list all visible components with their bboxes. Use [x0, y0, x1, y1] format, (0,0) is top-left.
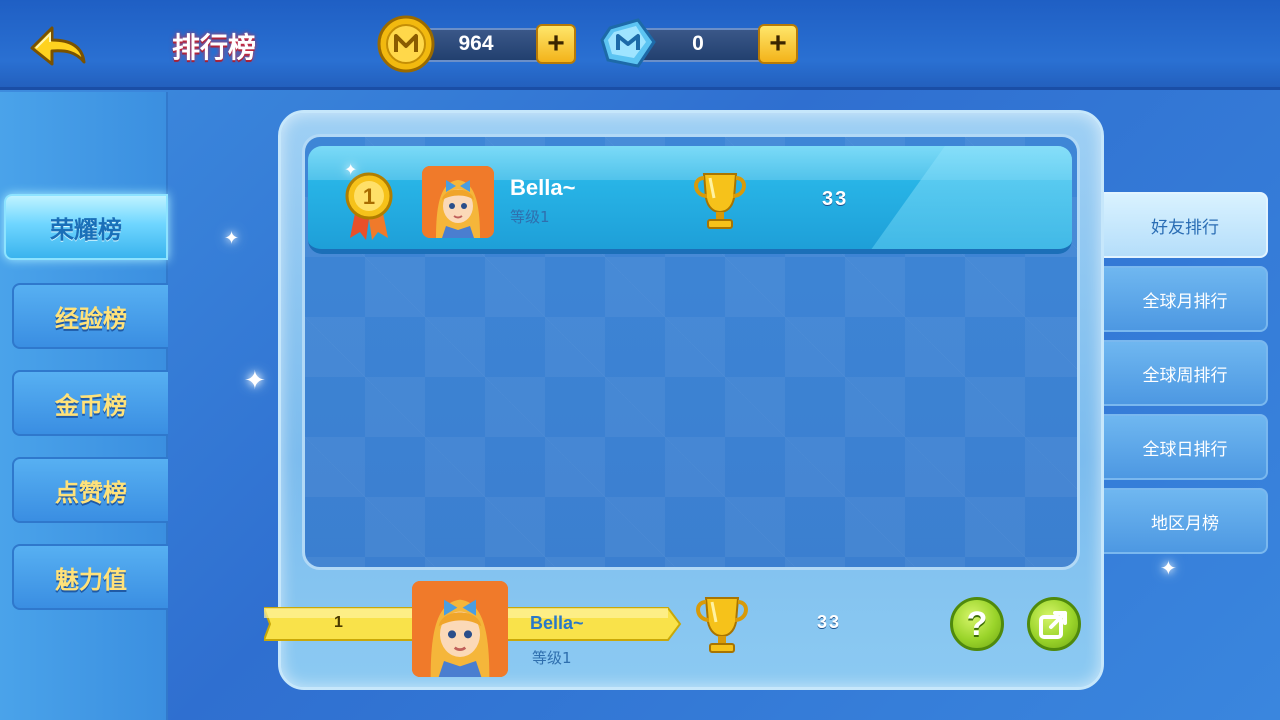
add-coins-button[interactable]: +	[536, 24, 576, 64]
self-avatar[interactable]	[412, 581, 508, 677]
trophy-icon	[696, 597, 748, 653]
player-score: 33	[822, 188, 849, 210]
self-level: 等级1	[532, 649, 572, 667]
player-name: Bella~	[510, 175, 576, 200]
tab-global-weekly[interactable]: 全球周排行	[1104, 340, 1268, 406]
sparkle-decoration: ✦	[344, 160, 358, 179]
leaderboard-screen: 排行榜 964 + 0 + 荣耀榜 经验榜 金币榜 点赞榜 魅力值 1 Bell…	[0, 0, 1280, 720]
sparkle-decoration: ✦	[1160, 556, 1177, 580]
coin-counter: 964 +	[376, 15, 576, 73]
tab-label: 地区月榜	[1151, 513, 1219, 534]
tab-global-daily[interactable]: 全球日排行	[1104, 414, 1268, 480]
tab-global-monthly[interactable]: 全球月排行	[1104, 266, 1268, 332]
svg-text:1: 1	[363, 184, 375, 209]
tab-friends-ranking[interactable]: 好友排行	[1104, 192, 1268, 258]
back-arrow-icon	[30, 26, 86, 66]
help-button[interactable]: ?	[950, 597, 1004, 651]
tab-honor-ranking[interactable]: 荣耀榜	[4, 194, 168, 260]
share-button[interactable]	[1027, 597, 1081, 651]
tab-like-ranking[interactable]: 点赞榜	[12, 457, 168, 523]
coin-icon	[377, 15, 435, 73]
gem-counter: 0 +	[598, 18, 798, 68]
page-title: 排行榜	[172, 31, 257, 64]
sparkle-decoration: ✦	[224, 228, 240, 249]
sparkle-decoration: ✦	[244, 366, 266, 396]
trophy-icon	[694, 173, 746, 229]
add-gems-button[interactable]: +	[758, 24, 798, 64]
gold-medal-icon: 1	[345, 172, 393, 240]
girl-avatar-image	[412, 581, 508, 677]
player-avatar[interactable]	[422, 166, 494, 238]
back-button[interactable]	[26, 20, 90, 72]
tab-region-monthly[interactable]: 地区月榜	[1104, 488, 1268, 554]
top-bar: 排行榜 964 + 0 +	[0, 0, 1280, 90]
self-name: Bella~	[530, 613, 584, 633]
share-icon	[1039, 611, 1067, 639]
player-level: 等级1	[510, 208, 550, 226]
tab-charm-ranking[interactable]: 魅力值	[12, 544, 168, 610]
girl-avatar-image	[422, 166, 494, 238]
self-score: 33	[817, 612, 842, 632]
self-rank: 1	[334, 614, 343, 631]
tab-coin-ranking[interactable]: 金币榜	[12, 370, 168, 436]
tab-exp-ranking[interactable]: 经验榜	[12, 283, 168, 349]
gem-icon	[600, 18, 656, 68]
